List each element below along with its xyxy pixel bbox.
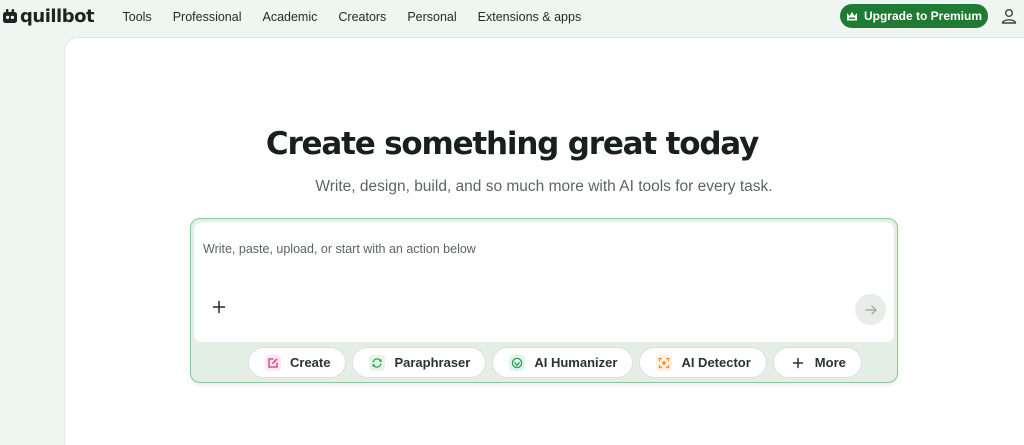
main-nav: Tools Professional Academic Creators Per… — [112, 0, 592, 34]
prompt-composer: Create Paraphraser AI Humanizer — [190, 218, 898, 383]
scan-icon — [656, 354, 673, 371]
page-title: Create something great today — [265, 126, 759, 162]
create-chip[interactable]: Create — [248, 347, 347, 378]
pencil-square-icon — [265, 354, 281, 371]
ai-detector-chip[interactable]: AI Detector — [639, 347, 767, 378]
upgrade-to-premium-button[interactable]: Upgrade to Premium — [840, 4, 988, 28]
quillbot-logo-icon — [3, 9, 17, 23]
paraphraser-chip-label: Paraphraser — [394, 355, 471, 370]
prompt-input[interactable] — [203, 239, 843, 259]
arrow-right-icon — [864, 304, 877, 315]
paraphraser-chip[interactable]: Paraphraser — [352, 347, 487, 378]
user-account-icon[interactable] — [1000, 7, 1018, 25]
ai-detector-chip-label: AI Detector — [681, 355, 751, 370]
nav-item-tools[interactable]: Tools — [112, 10, 162, 24]
humanizer-icon — [509, 354, 526, 371]
page-subtitle: Write, design, build, and so much more w… — [315, 178, 773, 195]
attach-plus-icon[interactable] — [211, 299, 227, 315]
ai-humanizer-chip[interactable]: AI Humanizer — [492, 347, 634, 378]
nav-item-creators[interactable]: Creators — [328, 10, 397, 24]
top-nav-bar: quillbot Tools Professional Academic Cre… — [0, 0, 1024, 34]
logo-wordmark: quillbot — [20, 5, 95, 27]
more-chip-label: More — [814, 355, 846, 370]
nav-item-personal[interactable]: Personal — [397, 10, 467, 24]
quillbot-logo[interactable]: quillbot — [2, 4, 95, 28]
prompt-text-area[interactable] — [194, 222, 894, 342]
send-button[interactable] — [855, 294, 886, 325]
refresh-icon — [369, 354, 386, 371]
nav-item-academic[interactable]: Academic — [252, 10, 328, 24]
ai-humanizer-chip-label: AI Humanizer — [534, 355, 618, 370]
quick-action-chips: Create Paraphraser AI Humanizer AI Detec… — [248, 347, 862, 378]
crown-icon — [846, 12, 857, 21]
more-chip[interactable]: More — [772, 347, 862, 378]
nav-item-professional[interactable]: Professional — [162, 10, 252, 24]
upgrade-button-label: Upgrade to Premium — [863, 9, 983, 23]
nav-item-extensions-apps[interactable]: Extensions & apps — [467, 10, 592, 24]
create-chip-label: Create — [290, 355, 331, 370]
plus-icon — [790, 355, 806, 371]
